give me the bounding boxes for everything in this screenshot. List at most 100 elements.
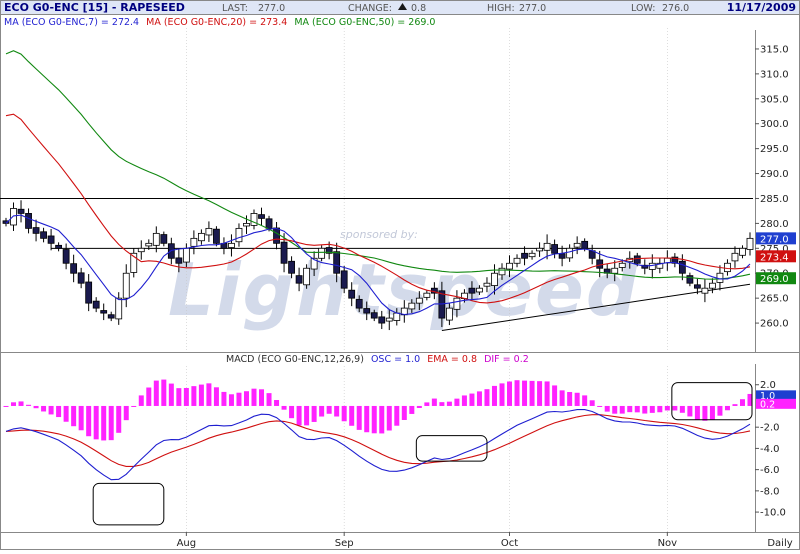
macd-histogram-bar bbox=[33, 405, 39, 409]
macd-histogram-bar bbox=[597, 405, 603, 407]
macd-histogram-bar bbox=[589, 400, 595, 406]
candle-body bbox=[415, 297, 423, 304]
macd-tick-label: -2.0 bbox=[760, 423, 780, 434]
candle-body bbox=[498, 267, 506, 276]
header-low-label: LOW: bbox=[631, 3, 655, 14]
macd-histogram-bar bbox=[717, 405, 723, 416]
macd-histogram-bar bbox=[416, 405, 422, 408]
candle-body bbox=[40, 231, 47, 239]
macd-histogram-bar bbox=[386, 405, 392, 431]
macd-histogram-bar bbox=[544, 381, 550, 406]
candle-body bbox=[213, 228, 220, 244]
price-tick-label: 295.0 bbox=[760, 144, 789, 155]
macd-histogram-bar bbox=[627, 405, 633, 413]
macd-histogram-bar bbox=[702, 405, 708, 421]
period-label: Daily bbox=[767, 538, 792, 549]
candle-body bbox=[10, 208, 17, 226]
candle-body bbox=[273, 227, 280, 244]
price-badge-label: 277.0 bbox=[760, 234, 789, 245]
macd-histogram-bar bbox=[514, 380, 520, 406]
candle-body bbox=[506, 262, 513, 270]
candle-body bbox=[348, 289, 356, 299]
macd-histogram-bar bbox=[642, 405, 648, 414]
candle-body bbox=[32, 227, 40, 234]
candle-body bbox=[55, 244, 63, 249]
candle-body bbox=[228, 242, 235, 248]
macd-histogram-bar bbox=[491, 385, 497, 406]
header-date: 11/17/2009 bbox=[727, 1, 796, 14]
candle-body bbox=[731, 252, 739, 262]
macd-histogram-bar bbox=[3, 405, 9, 407]
candle-body bbox=[633, 255, 641, 264]
macd-histogram-bar bbox=[709, 405, 715, 420]
candle-body bbox=[17, 208, 25, 214]
macd-legend: MACD (ECO G0-ENC,12,26,9) OSC = 1.0 EMA … bbox=[226, 354, 529, 365]
candle bbox=[303, 264, 311, 289]
candle-body bbox=[408, 302, 416, 310]
macd-histogram-bar bbox=[522, 380, 528, 406]
macd-histogram-bar bbox=[26, 404, 32, 406]
candle-body bbox=[92, 300, 100, 309]
macd-histogram-bar bbox=[116, 405, 122, 433]
macd-histogram-bar bbox=[446, 401, 452, 406]
macd-histogram-bar bbox=[131, 405, 137, 407]
macd-histogram-bar bbox=[191, 386, 197, 406]
candle-body bbox=[536, 247, 543, 252]
macd-histogram-bar bbox=[18, 401, 24, 406]
candle-body bbox=[190, 237, 198, 247]
price-tick-label: 300.0 bbox=[760, 119, 789, 130]
time-tick-label: Aug bbox=[177, 538, 197, 549]
macd-ema-legend: EMA = 0.8 bbox=[427, 354, 477, 365]
header-last-label: LAST: bbox=[222, 3, 248, 14]
macd-histogram-bar bbox=[86, 405, 92, 437]
candle-body bbox=[122, 272, 130, 299]
candle-body bbox=[370, 312, 378, 319]
candle-body bbox=[378, 316, 386, 324]
candle-body bbox=[385, 317, 393, 322]
macd-badge-label: 0.2 bbox=[760, 399, 775, 410]
macd-histogram-bar bbox=[612, 405, 618, 414]
macd-histogram-bar bbox=[334, 405, 340, 417]
candle-body bbox=[739, 247, 746, 256]
candle-body bbox=[528, 252, 536, 258]
candle-body bbox=[551, 244, 559, 254]
header-symbol: ECO G0-ENC [15] - RAPESEED bbox=[4, 1, 185, 14]
macd-tick-label: -4.0 bbox=[760, 444, 780, 455]
macd-histogram-bar bbox=[687, 405, 693, 417]
candle-body bbox=[280, 241, 288, 264]
candle-body bbox=[160, 234, 168, 244]
macd-histogram-bar bbox=[78, 405, 84, 431]
macd-histogram-bar bbox=[56, 405, 62, 418]
candle-body bbox=[152, 232, 160, 246]
macd-histogram-bar bbox=[161, 379, 167, 406]
macd-histogram-bar bbox=[461, 395, 467, 406]
macd-histogram-bar bbox=[11, 402, 17, 406]
macd-histogram-bar bbox=[349, 405, 355, 426]
header-change-label: CHANGE: bbox=[348, 3, 392, 14]
macd-histogram-bar bbox=[567, 392, 573, 406]
candle-body bbox=[85, 281, 93, 304]
watermark-sponsor: sponsored by: bbox=[340, 228, 418, 241]
price-tick-label: 260.0 bbox=[760, 319, 789, 330]
price-macd-chart: ECO G0-ENC [15] - RAPESEED LAST: 277.0 C… bbox=[0, 0, 800, 550]
candle-body bbox=[205, 227, 213, 236]
macd-histogram-bar bbox=[619, 405, 625, 414]
macd-histogram-bar bbox=[499, 383, 505, 406]
macd-histogram-bar bbox=[469, 393, 475, 406]
ma7-legend: MA (ECO G0-ENC,7) = 272.4 bbox=[4, 17, 139, 28]
candle-body bbox=[77, 272, 85, 284]
macd-histogram-bar bbox=[379, 405, 385, 434]
header-low-value: 276.0 bbox=[662, 3, 689, 14]
macd-histogram-bar bbox=[236, 392, 242, 406]
candle-body bbox=[513, 257, 521, 264]
macd-histogram-bar bbox=[394, 405, 400, 426]
macd-badges: 1.00.2 bbox=[756, 390, 796, 410]
price-tick-label: 315.0 bbox=[760, 44, 789, 55]
macd-histogram-bar bbox=[48, 405, 54, 415]
macd-histogram-bar bbox=[41, 405, 47, 412]
candle-body bbox=[295, 275, 303, 284]
candle-body bbox=[235, 227, 243, 243]
candle-body bbox=[611, 267, 619, 274]
macd-histogram-bar bbox=[326, 405, 332, 414]
macd-histogram-bar bbox=[63, 405, 69, 422]
